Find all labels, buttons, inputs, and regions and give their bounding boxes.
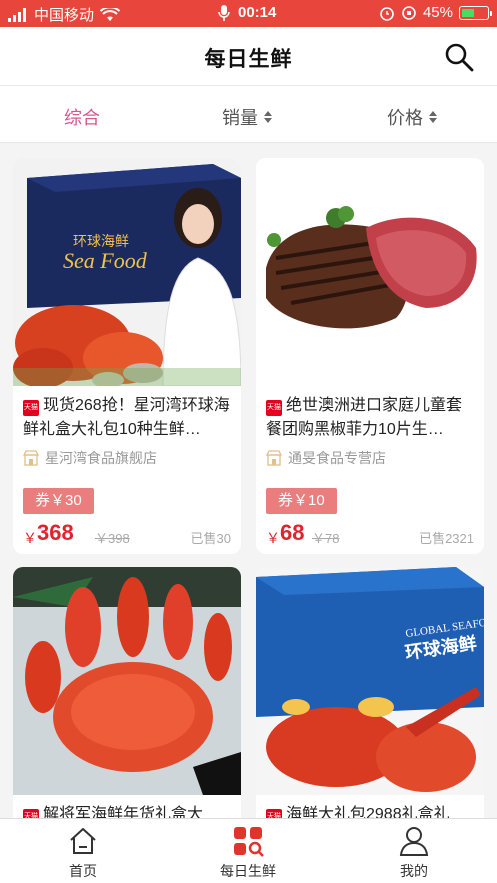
price-row: ￥ 368 ￥398 已售30: [23, 520, 231, 548]
sort-tab-label: 销量: [222, 108, 258, 128]
carrier-label: 中国移动: [34, 7, 95, 24]
rotation-lock-icon: [402, 5, 416, 20]
sort-bar: 综合 销量 价格: [0, 85, 497, 143]
status-right: 45%: [379, 4, 492, 21]
sort-tab-comprehensive[interactable]: 综合: [64, 104, 100, 130]
wifi-icon: [100, 7, 121, 21]
page-title: 每日生鲜: [204, 48, 293, 71]
product-image: [13, 567, 241, 795]
price-row: ￥ 68 ￥78 已售2321: [266, 520, 474, 548]
store-icon: [266, 450, 282, 466]
box-text: Sea Food: [63, 248, 148, 273]
sort-tab-sales[interactable]: 销量: [222, 104, 272, 130]
grid-search-icon: [234, 827, 264, 857]
clock-label: 00:14: [238, 4, 277, 21]
price-currency: ￥: [23, 530, 37, 546]
search-icon[interactable]: [443, 41, 475, 73]
nav-label: 首页: [69, 863, 97, 879]
coupon-badge[interactable]: 券￥10: [266, 488, 337, 514]
shop-name[interactable]: 通旻食品专营店: [266, 448, 386, 468]
sort-tab-price[interactable]: 价格: [387, 104, 437, 130]
product-image: [256, 158, 484, 386]
bottom-nav: 首页 每日生鲜 我的: [0, 818, 497, 883]
sold-count: 已售2321: [419, 531, 474, 546]
battery-icon: [459, 5, 492, 20]
product-image: GLOBAL SEAFOOD 环球海鲜: [256, 567, 484, 795]
tmall-badge: 天猫: [23, 400, 39, 416]
price-value: 368: [37, 520, 74, 545]
shop-name-text: 通旻食品专营店: [288, 450, 386, 466]
sort-tab-label: 综合: [64, 108, 100, 128]
store-icon: [23, 450, 39, 466]
product-card[interactable]: 天猫 解将军海鲜年货礼盒大: [13, 567, 241, 827]
product-card[interactable]: 天猫 绝世澳洲进口家庭儿童套餐团购黑椒菲力10片生… 通旻食品专营店 券￥10 ￥…: [256, 158, 484, 554]
status-left: 中国移动: [8, 4, 121, 25]
price-value: 68: [280, 520, 305, 545]
sort-arrows-icon: [264, 111, 272, 123]
shop-name-text: 星河湾食品旗舰店: [45, 450, 157, 466]
user-icon: [399, 827, 429, 856]
nav-item-daily-fresh[interactable]: 每日生鲜: [188, 825, 308, 881]
sort-arrows-icon: [429, 111, 437, 123]
sold-count: 已售30: [190, 531, 231, 546]
battery-label: 45%: [422, 4, 453, 21]
home-icon: [70, 828, 96, 854]
nav-item-home[interactable]: 首页: [23, 825, 143, 881]
product-card[interactable]: GLOBAL SEAFOOD 环球海鲜 天猫 海鲜大礼包2988礼盒礼: [256, 567, 484, 827]
shop-name[interactable]: 星河湾食品旗舰店: [23, 448, 157, 468]
product-title[interactable]: 天猫 现货268抢！星河湾环球海鲜礼盒大礼包10种生鲜…: [23, 394, 231, 442]
sort-tab-label: 价格: [387, 108, 423, 128]
price-currency: ￥: [266, 530, 280, 546]
product-card[interactable]: 环球海鲜 Sea Food 天猫 现货268抢！星河湾环球海鲜礼盒大礼包10种生鲜…: [13, 158, 241, 554]
coupon-badge[interactable]: 券￥30: [23, 488, 94, 514]
nav-label: 我的: [400, 863, 428, 879]
signal-icon: [8, 7, 26, 22]
nav-label: 每日生鲜: [220, 863, 276, 879]
original-price: ￥398: [95, 531, 130, 546]
original-price: ￥78: [312, 531, 340, 546]
nav-item-me[interactable]: 我的: [354, 825, 474, 881]
alarm-icon: [380, 6, 394, 21]
product-image: 环球海鲜 Sea Food: [13, 158, 241, 386]
product-title[interactable]: 天猫 绝世澳洲进口家庭儿童套餐团购黑椒菲力10片生…: [266, 394, 474, 442]
product-title-text: 绝世澳洲进口家庭儿童套餐团购黑椒菲力10片生…: [266, 397, 463, 438]
product-title-text: 现货268抢！星河湾环球海鲜礼盒大礼包10种生鲜…: [23, 397, 230, 438]
header: 每日生鲜: [0, 27, 497, 85]
status-center: 00:14: [218, 4, 276, 21]
status-bar: 中国移动 00:14 45%: [0, 0, 497, 27]
tmall-badge: 天猫: [266, 400, 282, 416]
microphone-icon: [218, 4, 230, 21]
